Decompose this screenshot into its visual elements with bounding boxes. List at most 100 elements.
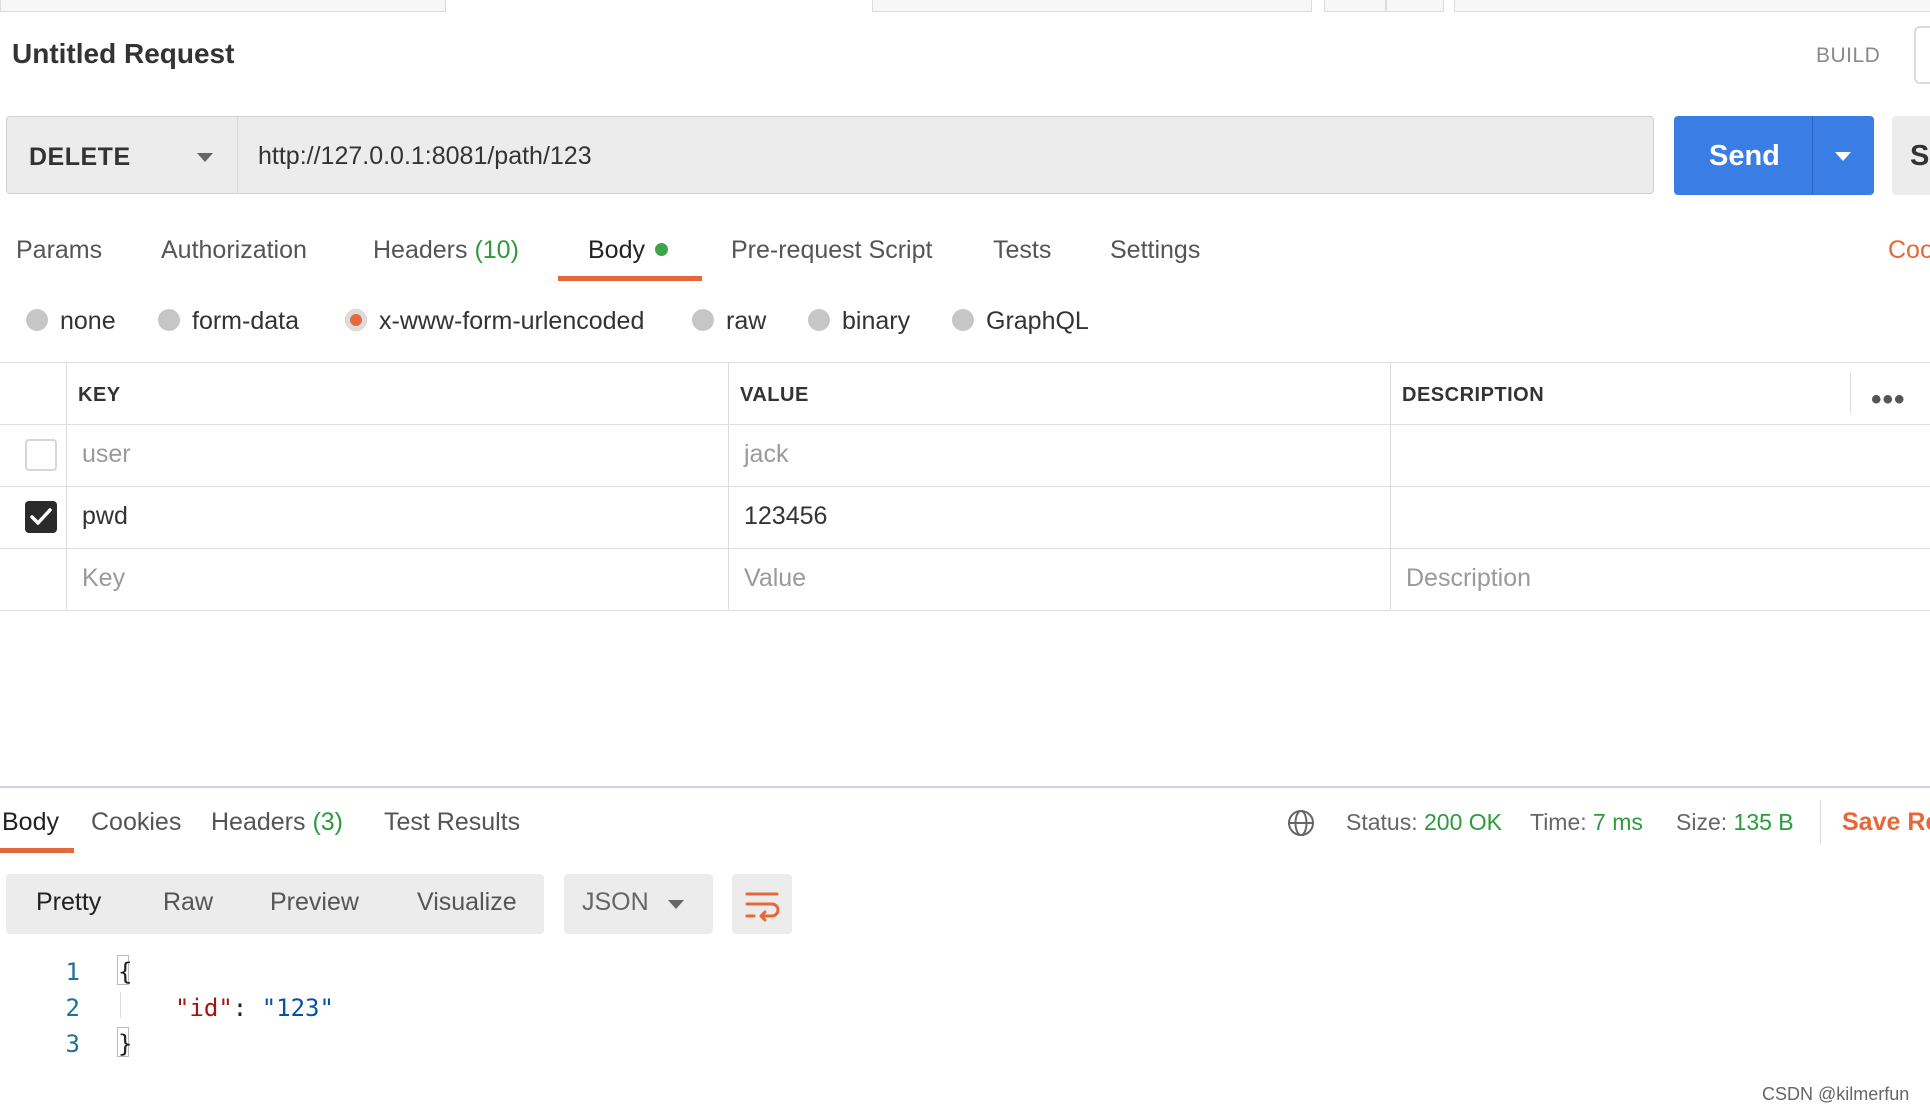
tab-authorization[interactable]: Authorization — [161, 236, 307, 265]
time-value: 7 ms — [1593, 809, 1643, 835]
body-type-graphql[interactable]: GraphQL — [952, 307, 1089, 336]
checkmark-icon — [30, 508, 52, 525]
workspace-tab[interactable] — [872, 0, 1312, 12]
workspace-tab[interactable] — [1454, 0, 1930, 12]
table-border — [0, 486, 1930, 487]
body-type-urlencoded[interactable]: x-www-form-urlencoded — [345, 307, 644, 336]
table-border — [728, 362, 729, 610]
chevron-down-icon — [197, 153, 213, 162]
column-header-value: VALUE — [740, 384, 809, 406]
table-border — [1850, 372, 1851, 414]
status-value: 200 OK — [1424, 809, 1502, 835]
response-tab-headers-label: Headers — [211, 808, 306, 836]
tab-body[interactable]: Body — [588, 236, 668, 265]
row-key-input[interactable]: user — [82, 440, 131, 469]
body-type-graphql-label: GraphQL — [986, 307, 1089, 335]
headers-count-badge: (10) — [474, 236, 519, 264]
view-mode-visualize[interactable]: Visualize — [417, 888, 517, 917]
body-indicator-dot — [654, 242, 668, 256]
table-border — [0, 362, 1930, 363]
code-line: "id": "123" — [175, 994, 334, 1022]
tab-body-label: Body — [588, 236, 645, 264]
save-response-button[interactable]: Save Re — [1842, 808, 1930, 837]
json-separator: : — [232, 994, 262, 1022]
radio-selected-icon — [345, 309, 367, 332]
table-border — [0, 548, 1930, 549]
body-type-binary[interactable]: binary — [808, 307, 910, 336]
tab-settings[interactable]: Settings — [1110, 236, 1200, 265]
table-border — [0, 424, 1930, 425]
tab-tests[interactable]: Tests — [993, 236, 1051, 265]
body-type-binary-label: binary — [842, 307, 911, 335]
workspace-tab[interactable] — [1324, 0, 1386, 12]
table-border — [0, 610, 1930, 611]
new-key-input[interactable]: Key — [82, 564, 125, 593]
view-mode-preview[interactable]: Preview — [270, 888, 359, 917]
line-number: 2 — [65, 994, 80, 1022]
code-line: } — [118, 1030, 133, 1058]
save-button[interactable]: Sa — [1892, 116, 1930, 195]
send-button[interactable]: Send — [1674, 116, 1874, 195]
body-type-raw[interactable]: raw — [692, 307, 766, 336]
cookies-link[interactable]: Coo — [1888, 236, 1930, 265]
workspace-tab[interactable] — [1386, 0, 1444, 12]
row-checkbox[interactable] — [25, 439, 57, 471]
line-number: 3 — [65, 1030, 80, 1058]
format-select[interactable]: JSON — [564, 874, 713, 934]
view-mode-segmented-control: Pretty Raw Preview Visualize — [6, 874, 544, 934]
body-type-raw-label: raw — [726, 307, 767, 335]
row-value-input[interactable]: jack — [744, 440, 788, 469]
tab-headers-label: Headers — [373, 236, 468, 264]
globe-icon[interactable] — [1286, 808, 1316, 838]
column-header-description: DESCRIPTION — [1402, 384, 1545, 406]
send-label: Send — [1709, 140, 1780, 172]
wrap-lines-button[interactable] — [732, 874, 792, 934]
time-label: Time: — [1530, 809, 1587, 835]
tab-headers[interactable]: Headers (10) — [373, 236, 519, 265]
response-status: Status: 200 OK — [1346, 809, 1502, 836]
tab-prerequest-script[interactable]: Pre-request Script — [731, 236, 932, 265]
tab-params[interactable]: Params — [16, 236, 102, 265]
response-pane-divider[interactable] — [0, 786, 1930, 788]
radio-icon — [952, 309, 974, 332]
row-value-input[interactable]: 123456 — [744, 502, 827, 531]
radio-icon — [692, 309, 714, 332]
save-label: Sa — [1910, 140, 1930, 172]
mode-toggle[interactable] — [1914, 26, 1930, 84]
response-time: Time: 7 ms — [1530, 809, 1643, 836]
json-key: "id" — [175, 994, 233, 1022]
status-label: Status: — [1346, 809, 1418, 835]
view-mode-raw[interactable]: Raw — [163, 888, 213, 917]
url-input[interactable]: http://127.0.0.1:8081/path/123 — [237, 116, 1654, 194]
response-headers-count: (3) — [312, 808, 344, 836]
json-string-value: "123" — [261, 994, 334, 1022]
more-options-icon[interactable]: ••• — [1871, 383, 1906, 417]
body-type-none-label: none — [60, 307, 116, 335]
response-tab-headers[interactable]: Headers (3) — [211, 808, 343, 837]
request-title[interactable]: Untitled Request — [12, 38, 234, 70]
row-checkbox-checked[interactable] — [25, 501, 57, 533]
radio-icon — [158, 309, 180, 332]
radio-icon — [26, 309, 48, 332]
response-tab-body[interactable]: Body — [2, 808, 59, 837]
table-border — [66, 362, 67, 610]
table-border — [1390, 362, 1391, 610]
body-type-none[interactable]: none — [26, 307, 116, 336]
new-value-input[interactable]: Value — [744, 564, 806, 593]
active-tab-indicator — [558, 276, 702, 281]
indent-guide — [120, 992, 121, 1018]
response-tab-cookies[interactable]: Cookies — [91, 808, 181, 837]
workspace-tab[interactable] — [0, 0, 446, 12]
new-description-input[interactable]: Description — [1406, 564, 1531, 593]
view-mode-pretty[interactable]: Pretty — [36, 888, 101, 917]
row-key-input[interactable]: pwd — [82, 502, 128, 531]
build-mode-label[interactable]: BUILD — [1816, 44, 1880, 68]
chevron-down-icon — [668, 900, 684, 909]
method-select[interactable]: DELETE — [6, 116, 238, 194]
send-options-chevron-icon[interactable] — [1835, 152, 1851, 161]
response-tab-test-results[interactable]: Test Results — [384, 808, 520, 837]
size-label: Size: — [1676, 809, 1728, 835]
column-header-key: KEY — [78, 384, 121, 406]
code-line: { — [118, 958, 133, 986]
body-type-form-data[interactable]: form-data — [158, 307, 299, 336]
